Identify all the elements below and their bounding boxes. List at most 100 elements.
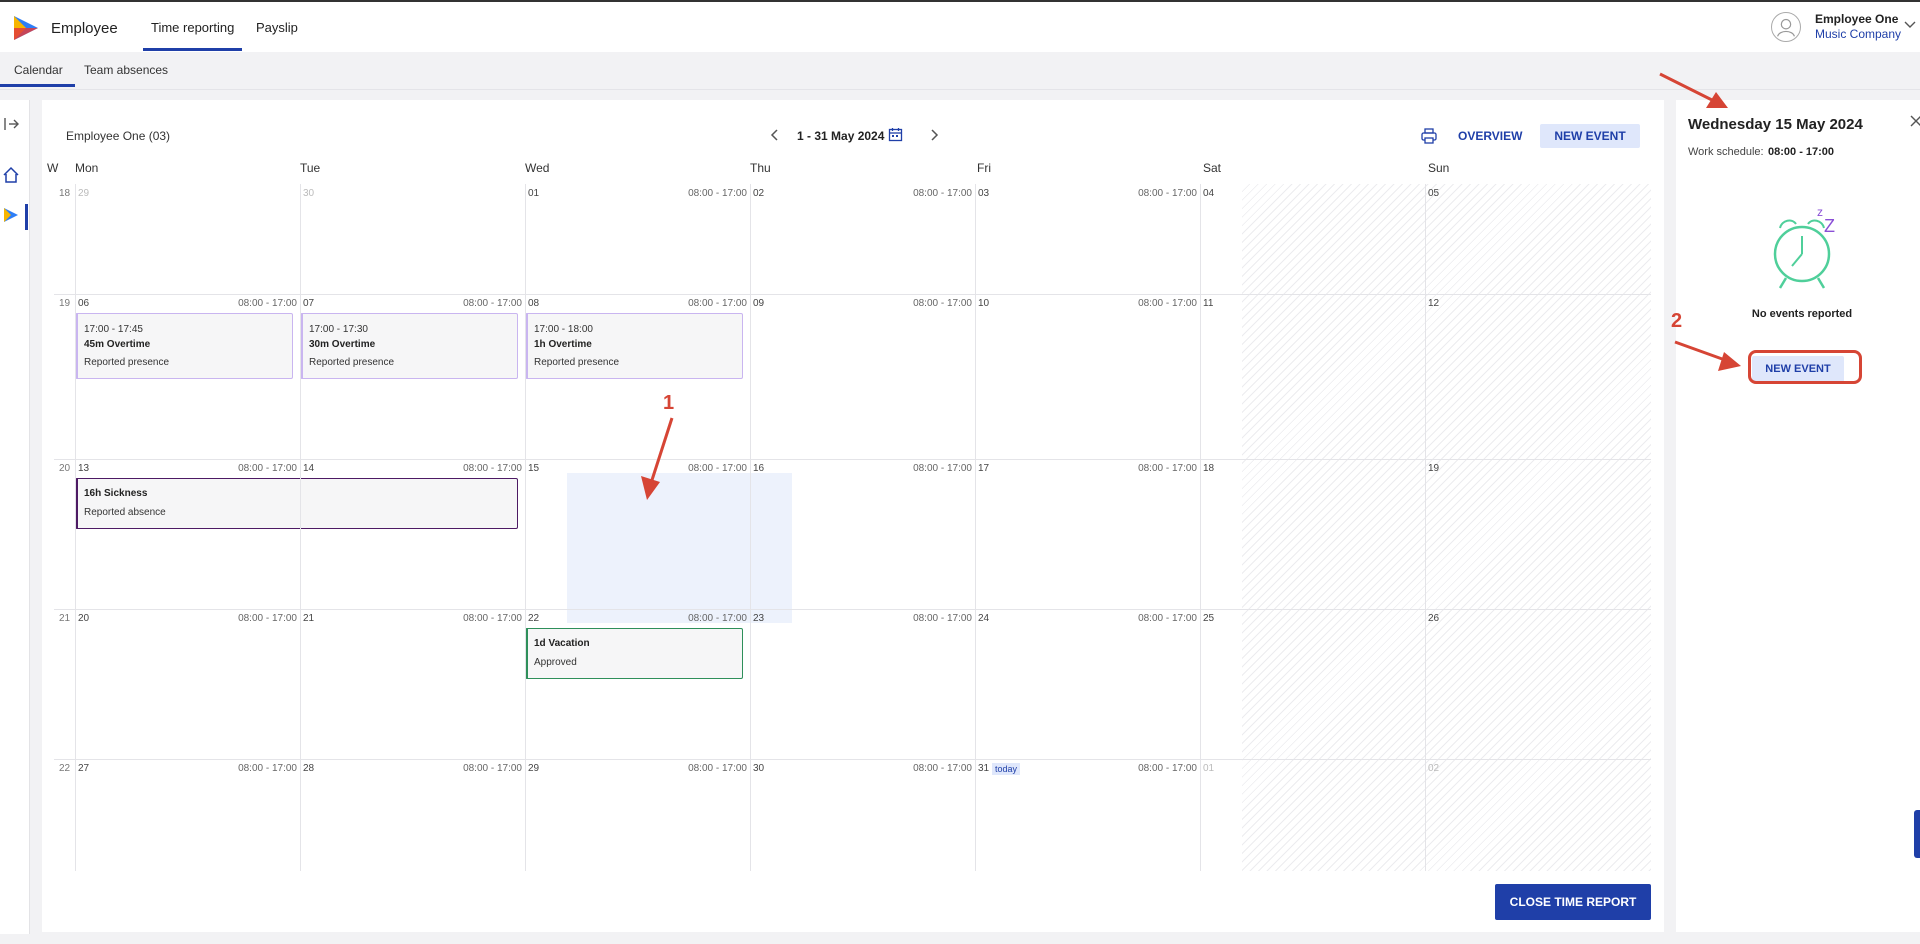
work-schedule-hours: 08:00 - 17:00 xyxy=(463,463,522,474)
selected-day-highlight xyxy=(567,473,792,623)
day-number: 09 xyxy=(753,298,765,309)
tab-team-absences[interactable]: Team absences xyxy=(84,63,168,77)
grid-column-line xyxy=(525,184,526,871)
employee-label: Employee One (03) xyxy=(66,129,171,143)
calendar-day-cell[interactable] xyxy=(750,759,975,871)
event-sickness[interactable]: 16h Sickness Reported absence xyxy=(75,478,518,529)
event-status: Approved xyxy=(534,657,577,668)
app-name: Employee xyxy=(51,20,118,37)
calendar-day-cell[interactable] xyxy=(975,459,1200,609)
weekend-hatch xyxy=(1242,184,1651,871)
chevron-left-icon[interactable] xyxy=(767,127,783,143)
annotation-number-1: 1 xyxy=(663,392,675,414)
work-schedule-hours: 08:00 - 17:00 xyxy=(688,463,747,474)
no-events-message: No events reported xyxy=(1751,308,1853,320)
day-number: 21 xyxy=(303,613,315,624)
employee-app-icon[interactable] xyxy=(2,206,20,224)
home-icon[interactable] xyxy=(2,166,20,184)
calendar-day-cell[interactable] xyxy=(300,609,525,759)
svg-text:z: z xyxy=(1817,205,1823,219)
day-number: 29 xyxy=(78,188,90,199)
period-label: 1 - 31 May 2024 xyxy=(797,129,885,143)
week-number: 18 xyxy=(59,188,71,199)
day-header-sun: Sun xyxy=(1428,161,1450,175)
day-number: 08 xyxy=(528,298,540,309)
day-number: 01 xyxy=(528,188,540,199)
work-schedule-hours: 08:00 - 17:00 xyxy=(913,298,972,309)
calendar-day-cell[interactable] xyxy=(750,184,975,294)
highlight-ring xyxy=(1748,350,1862,384)
close-time-report-button[interactable]: CLOSE TIME REPORT xyxy=(1495,884,1651,920)
tab-payslip[interactable]: Payslip xyxy=(256,20,298,35)
event-overtime[interactable]: 17:00 - 18:00 1h Overtime Reported prese… xyxy=(525,313,743,379)
user-company[interactable]: Music Company xyxy=(1815,27,1901,41)
calendar-icon[interactable] xyxy=(888,127,903,142)
day-number: 22 xyxy=(528,613,540,624)
event-time: 17:00 - 18:00 xyxy=(534,324,593,335)
calendar-day-cell[interactable] xyxy=(525,759,750,871)
calendar-day-cell[interactable] xyxy=(975,609,1200,759)
calendar-day-cell[interactable] xyxy=(975,184,1200,294)
grid-column-line xyxy=(975,184,976,871)
calendar-day-cell[interactable] xyxy=(300,184,525,294)
work-schedule-hours: 08:00 - 17:00 xyxy=(238,298,297,309)
calendar-day-cell[interactable] xyxy=(525,184,750,294)
tab-calendar[interactable]: Calendar xyxy=(0,63,75,87)
new-event-button[interactable]: NEW EVENT xyxy=(1540,124,1640,148)
day-number: 18 xyxy=(1203,463,1215,474)
rail-active-indicator xyxy=(25,204,28,230)
calendar-day-cell[interactable] xyxy=(975,294,1200,459)
svg-text:Z: Z xyxy=(1824,216,1835,236)
grid-column-line xyxy=(1425,184,1426,871)
print-icon[interactable] xyxy=(1420,127,1438,145)
grid-row-line xyxy=(54,294,1651,295)
event-overtime[interactable]: 17:00 - 17:45 45m Overtime Reported pres… xyxy=(75,313,293,379)
work-schedule-hours: 08:00 - 17:00 xyxy=(913,763,972,774)
sleeping-alarm-clock-icon: z Z xyxy=(1773,205,1835,289)
day-number: 02 xyxy=(1428,763,1440,774)
calendar-panel: Employee One (03) 1 - 31 May 2024 OVERVI… xyxy=(42,100,1664,932)
day-number: 06 xyxy=(78,298,90,309)
day-number: 05 xyxy=(1428,188,1440,199)
work-schedule-hours: 08:00 - 17:00 xyxy=(1138,613,1197,624)
work-schedule-hours: 08:00 - 17:00 xyxy=(913,188,972,199)
day-header-thu: Thu xyxy=(750,161,771,175)
work-schedule-hours: 08:00 - 17:00 xyxy=(1138,298,1197,309)
event-status: Reported presence xyxy=(309,357,395,368)
user-avatar-icon[interactable] xyxy=(1771,12,1801,42)
calendar-day-cell[interactable] xyxy=(750,294,975,459)
day-number: 30 xyxy=(303,188,315,199)
day-number: 02 xyxy=(753,188,765,199)
calendar-day-cell[interactable] xyxy=(975,759,1200,871)
calendar-day-cell[interactable] xyxy=(750,609,975,759)
day-number: 07 xyxy=(303,298,315,309)
calendar-day-cell[interactable] xyxy=(75,759,300,871)
user-name[interactable]: Employee One xyxy=(1815,12,1898,26)
edge-help-tab[interactable] xyxy=(1914,810,1920,858)
event-overtime[interactable]: 17:00 - 17:30 30m Overtime Reported pres… xyxy=(300,313,518,379)
top-bar: Employee Time reporting Payslip Employee… xyxy=(0,0,1920,52)
day-detail-panel: Wednesday 15 May 2024 Work schedule: 08:… xyxy=(1676,100,1920,932)
day-number: 11 xyxy=(1203,298,1214,309)
left-rail xyxy=(0,100,30,934)
event-title: 1h Overtime xyxy=(534,339,592,350)
calendar-day-cell[interactable] xyxy=(75,609,300,759)
calendar-day-cell[interactable] xyxy=(300,759,525,871)
day-number: 10 xyxy=(978,298,990,309)
grid-column-line xyxy=(750,184,751,871)
day-number: 13 xyxy=(78,463,90,474)
tab-time-reporting[interactable]: Time reporting xyxy=(142,20,243,51)
chevron-down-icon[interactable] xyxy=(1903,18,1917,32)
play-logo-icon[interactable] xyxy=(12,15,40,41)
overview-button[interactable]: OVERVIEW xyxy=(1452,124,1528,148)
chevron-right-icon[interactable] xyxy=(926,127,942,143)
work-schedule-hours: 08:00 - 17:00 xyxy=(463,613,522,624)
day-header-sat: Sat xyxy=(1203,161,1222,175)
collapse-sidebar-icon[interactable] xyxy=(2,115,20,133)
event-vacation[interactable]: 1d Vacation Approved xyxy=(525,628,743,679)
calendar-day-cell[interactable] xyxy=(75,184,300,294)
day-header-fri: Fri xyxy=(977,161,991,175)
close-icon[interactable] xyxy=(1909,114,1920,128)
day-number: 27 xyxy=(78,763,90,774)
event-title: 30m Overtime xyxy=(309,339,376,350)
